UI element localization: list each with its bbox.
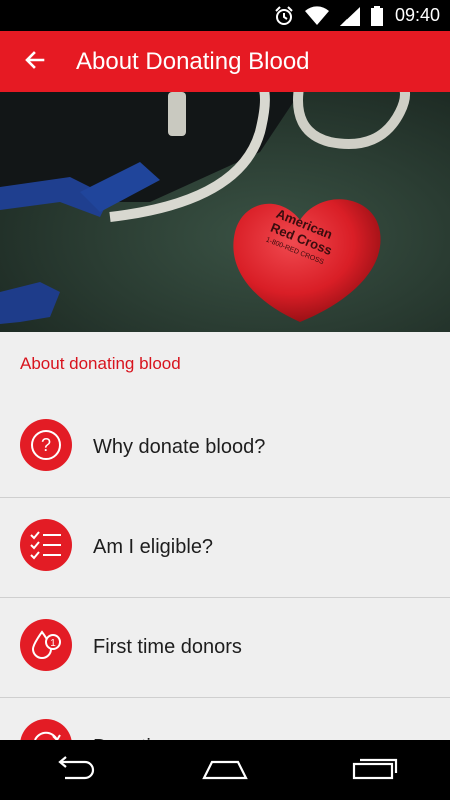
system-nav-bar xyxy=(0,740,450,800)
list-item-why-donate[interactable]: ? Why donate blood? xyxy=(0,398,450,498)
topic-list: ? Why donate blood? Am I eligible? 1 Fir… xyxy=(0,398,450,798)
list-item-label: Am I eligible? xyxy=(93,536,214,558)
arrow-back-icon xyxy=(23,48,47,77)
signal-icon xyxy=(339,6,361,26)
home-nav-icon xyxy=(202,756,248,785)
blood-drop-first-icon: 1 xyxy=(20,619,72,671)
status-time: 09:40 xyxy=(394,5,440,25)
battery-icon xyxy=(370,5,383,26)
list-item-label: Why donate blood? xyxy=(93,436,266,458)
list-item-eligible[interactable]: Am I eligible? xyxy=(0,498,450,598)
nav-recents-button[interactable] xyxy=(335,745,415,795)
page-title: About Donating Blood xyxy=(76,48,310,75)
list-item-first-time[interactable]: 1 First time donors xyxy=(0,598,450,698)
svg-text:?: ? xyxy=(41,435,51,455)
hero-image: American Red Cross 1-800-RED CROSS xyxy=(0,92,450,332)
recents-nav-icon xyxy=(352,756,398,785)
status-bar: 09:40 xyxy=(0,0,450,31)
section-header: About donating blood xyxy=(20,354,181,373)
app-bar: About Donating Blood xyxy=(0,31,450,92)
list-item-label: First time donors xyxy=(93,636,242,658)
back-button[interactable] xyxy=(14,41,56,83)
question-icon: ? xyxy=(20,419,72,471)
alarm-icon xyxy=(273,5,295,27)
checklist-icon xyxy=(20,519,72,571)
back-nav-icon xyxy=(53,755,97,785)
nav-home-button[interactable] xyxy=(185,745,265,795)
svg-text:1: 1 xyxy=(50,638,56,649)
wifi-icon xyxy=(304,5,329,26)
nav-back-button[interactable] xyxy=(35,745,115,795)
